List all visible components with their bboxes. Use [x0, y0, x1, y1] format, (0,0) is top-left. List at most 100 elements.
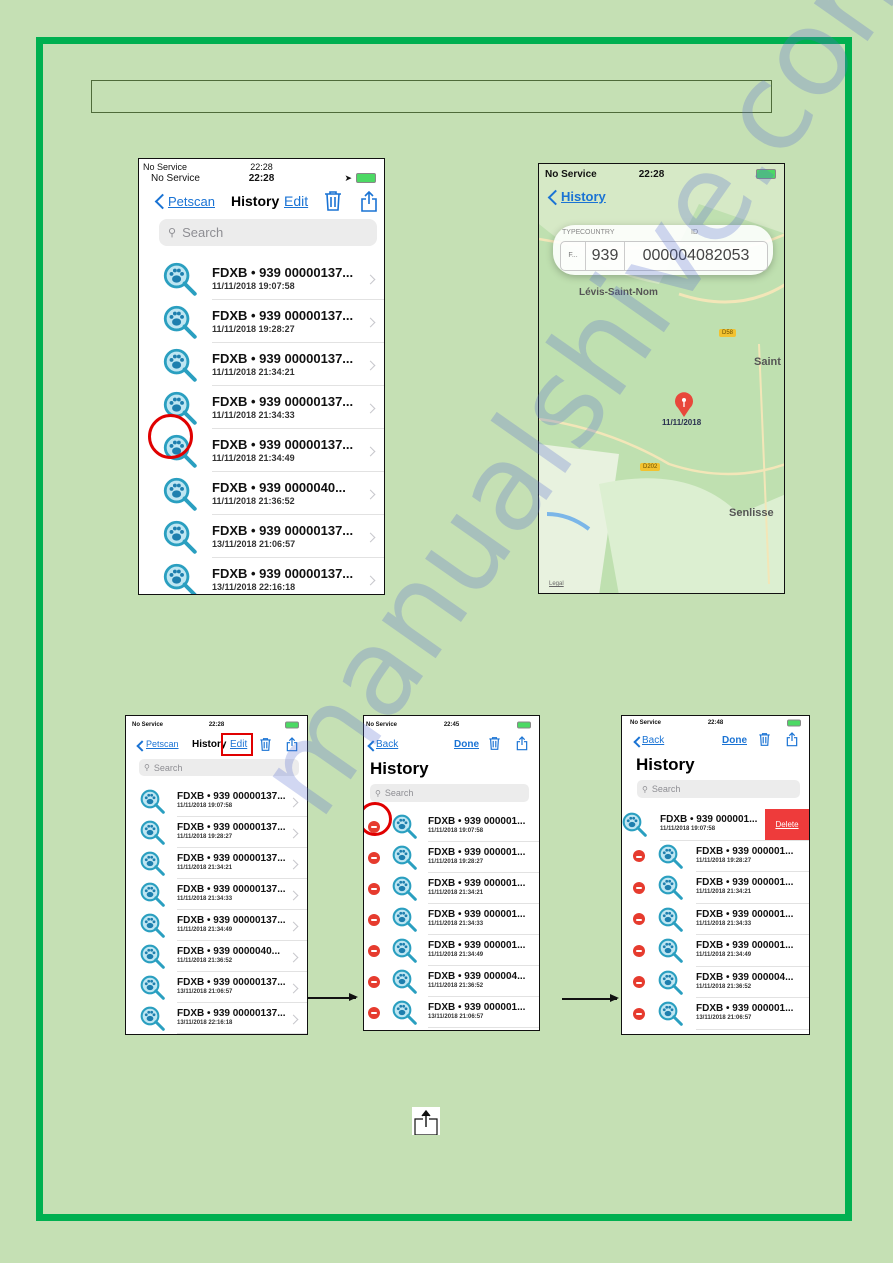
search-placeholder: Search — [651, 784, 681, 794]
chip-id-fields: F... 939 000004082053 — [560, 241, 768, 271]
history-row[interactable]: FDXB • 939 00000137... 11/11/2018 21:34:4… — [126, 910, 307, 941]
country-label: COUNTRY — [580, 229, 615, 236]
search-input[interactable]: ⚲ Search — [637, 780, 800, 798]
row-date: 11/11/2018 19:28:27 — [428, 859, 484, 865]
search-input[interactable]: ⚲ Search — [159, 219, 377, 246]
delete-toggle-icon[interactable] — [633, 1007, 645, 1020]
row-title: FDXB • 939 000001... — [428, 1002, 526, 1013]
paw-search-icon — [140, 944, 165, 969]
history-row[interactable]: FDXB • 939 000004... 11/11/2018 21:36:52 — [622, 967, 809, 998]
row-title: FDXB • 939 00000137... — [212, 523, 354, 538]
history-row[interactable]: FDXB • 939 000001... 11/11/2018 21:34:49 — [622, 935, 809, 967]
chevron-right-icon — [365, 532, 376, 542]
back-button[interactable]: Petscan — [146, 739, 179, 749]
search-input[interactable]: ⚲ Search — [139, 759, 299, 776]
row-title: FDXB • 939 000001... — [660, 814, 758, 825]
legal-link[interactable]: Legal — [549, 581, 564, 587]
share-icon[interactable] — [286, 736, 298, 752]
history-row[interactable]: FDXB • 939 00000137... 13/11/2018 22:16:1… — [126, 1003, 307, 1034]
status-time: 22:28 — [638, 168, 665, 180]
delete-toggle-icon[interactable] — [368, 913, 380, 926]
battery-icon — [517, 721, 531, 729]
history-row[interactable]: FDXB • 939 000001... 11/11/2018 19:28:27 — [364, 842, 539, 873]
history-row[interactable]: FDXB • 939 00000137... 11/11/2018 21:34:3… — [126, 879, 307, 910]
history-row[interactable]: FDXB • 939 00000137... 13/11/2018 21:06:5… — [126, 972, 307, 1003]
share-icon[interactable] — [786, 731, 798, 747]
history-row[interactable]: FDXB • 939 00000137... 13/11/2018 21:06:5… — [139, 515, 384, 558]
row-date: 13/11/2018 22:16:18 — [212, 582, 296, 592]
large-title: History — [370, 759, 429, 778]
history-row[interactable]: FDXB • 939 000001... 11/11/2018 19:28:27 — [622, 841, 809, 872]
large-title: History — [636, 755, 695, 774]
history-row[interactable]: FDXB • 939 00000137... 13/11/2018 22:16:1… — [139, 558, 384, 594]
history-row[interactable]: FDXB • 939 000004... 11/11/2018 21:36:52 — [364, 966, 539, 997]
status-bar: No Service 22:28 ➤ — [139, 171, 384, 185]
back-button[interactable]: History — [561, 189, 606, 204]
history-row[interactable]: FDXB • 939 00000137... 11/11/2018 19:07:5… — [126, 786, 307, 817]
trash-icon[interactable] — [323, 190, 343, 212]
road-badge-d58: D58 — [719, 329, 737, 337]
history-row[interactable]: FDXB • 939 0000040... 11/11/2018 21:36:52 — [139, 472, 384, 515]
history-row[interactable]: FDXB • 939 000001... 11/11/2018 21:34:33 — [364, 904, 539, 935]
chevron-right-icon — [365, 489, 376, 499]
back-button[interactable]: Back — [642, 735, 664, 746]
row-title: FDXB • 939 000001... — [428, 816, 526, 827]
delete-toggle-icon[interactable] — [633, 944, 645, 957]
map-pin-icon[interactable] — [673, 392, 695, 418]
delete-toggle-icon[interactable] — [633, 913, 645, 926]
back-button[interactable]: Petscan — [168, 194, 215, 209]
trash-icon[interactable] — [259, 737, 272, 752]
share-icon[interactable] — [516, 735, 528, 751]
history-row[interactable]: FDXB • 939 000001... 13/11/2018 21:06:57 — [364, 997, 539, 1028]
paw-search-icon — [163, 348, 197, 382]
history-row[interactable]: FDXB • 939 00000137... 11/11/2018 19:28:2… — [126, 817, 307, 848]
row-title: FDXB • 939 00000137... — [177, 977, 286, 988]
row-title: FDXB • 939 000004... — [428, 971, 526, 982]
row-date: 11/11/2018 21:34:21 — [177, 865, 233, 871]
delete-toggle-icon[interactable] — [633, 976, 645, 989]
paw-search-icon — [658, 1001, 683, 1027]
trash-icon[interactable] — [488, 736, 501, 751]
paw-search-icon — [163, 477, 197, 511]
paw-search-icon — [140, 851, 165, 876]
chevron-right-icon — [365, 317, 376, 327]
delete-toggle-icon[interactable] — [633, 850, 645, 863]
delete-toggle-icon[interactable] — [368, 882, 380, 895]
delete-toggle-icon[interactable] — [368, 851, 380, 864]
row-title: FDXB • 939 00000137... — [212, 351, 354, 366]
history-row[interactable]: FDXB • 939 000001... 11/11/2018 21:34:21 — [364, 873, 539, 904]
trash-icon[interactable] — [758, 732, 771, 747]
chevron-right-icon — [365, 575, 376, 585]
done-button[interactable]: Done — [722, 735, 747, 746]
delete-toggle-icon[interactable] — [368, 1006, 380, 1019]
row-date: 13/11/2018 22:16:18 — [177, 1020, 233, 1026]
row-title: FDXB • 939 00000137... — [212, 265, 354, 280]
delete-toggle-icon[interactable] — [368, 975, 380, 988]
history-row[interactable]: FDXB • 939 00000137... 11/11/2018 19:28:2… — [139, 300, 384, 343]
history-row[interactable]: FDXB • 939 0000040... 11/11/2018 21:36:52 — [126, 941, 307, 972]
history-row[interactable]: FDXB • 939 00000137... 11/11/2018 21:34:2… — [126, 848, 307, 879]
chevron-right-icon — [288, 921, 299, 931]
chevron-right-icon — [288, 983, 299, 993]
delete-toggle-icon[interactable] — [633, 881, 645, 894]
history-row[interactable]: FDXB • 939 000001... 11/11/2018 21:34:21 — [622, 872, 809, 904]
row-date: 11/11/2018 21:34:21 — [696, 889, 752, 895]
paw-search-icon — [658, 938, 683, 964]
edit-button[interactable]: Edit — [284, 193, 308, 209]
row-title: FDXB • 939 00000137... — [177, 853, 286, 864]
search-input[interactable]: ⚲ Search — [370, 784, 529, 802]
row-title: FDXB • 939 000001... — [696, 877, 794, 888]
done-button[interactable]: Done — [454, 739, 479, 750]
delete-toggle-icon[interactable] — [368, 944, 380, 957]
delete-button[interactable]: Delete — [765, 809, 809, 840]
history-row[interactable]: FDXB • 939 000001... 11/11/2018 21:34:49 — [364, 935, 539, 966]
inline-share-icon-box — [412, 1107, 440, 1136]
row-date: 13/11/2018 21:06:57 — [177, 989, 233, 995]
search-icon: ⚲ — [642, 784, 648, 794]
history-row[interactable]: FDXB • 939 000001... 13/11/2018 21:06:57 — [622, 998, 809, 1030]
history-row[interactable]: FDXB • 939 000001... 11/11/2018 21:34:33 — [622, 904, 809, 935]
back-button[interactable]: Back — [376, 739, 398, 750]
share-icon[interactable] — [360, 190, 378, 212]
history-row[interactable]: FDXB • 939 00000137... 11/11/2018 19:07:5… — [139, 257, 384, 300]
history-row[interactable]: FDXB • 939 00000137... 11/11/2018 21:34:2… — [139, 343, 384, 386]
